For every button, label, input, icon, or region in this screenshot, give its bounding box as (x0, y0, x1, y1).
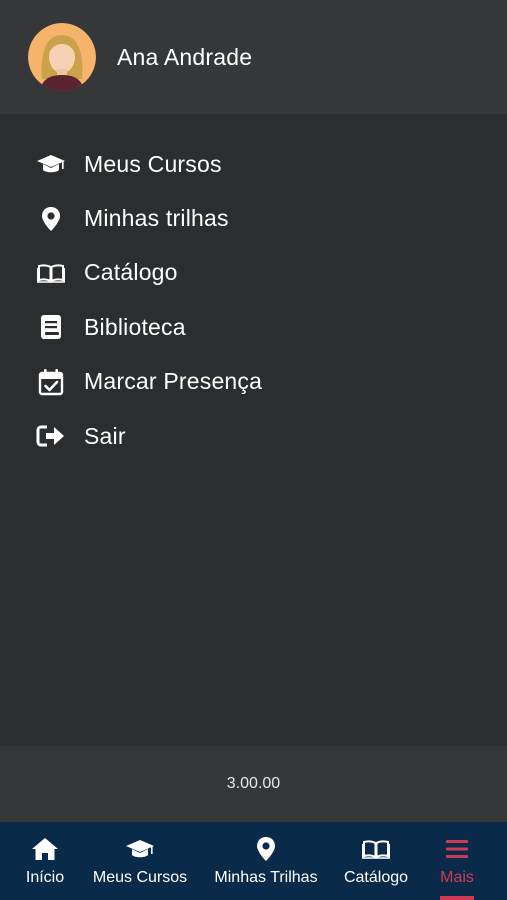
menu-item-label: Catálogo (84, 259, 178, 286)
nav-label: Início (25, 869, 65, 886)
menu-item-meus-cursos[interactable]: Meus Cursos (0, 137, 507, 191)
nav-label: Minhas Trilhas (214, 869, 318, 886)
menu-item-label: Biblioteca (84, 313, 186, 340)
bottom-navigation: Início Meus Cursos Minhas Trilhas Catálo… (0, 822, 507, 900)
nav-label: Meus Cursos (92, 869, 188, 886)
nav-item-meus-cursos[interactable]: Meus Cursos (88, 822, 192, 900)
map-pin-icon (36, 204, 66, 234)
version-bar: 3.00.00 (0, 746, 507, 822)
active-tab-indicator (440, 896, 474, 900)
avatar[interactable] (28, 23, 96, 91)
menu-item-minhas-trilhas[interactable]: Minhas trilhas (0, 191, 507, 245)
side-menu: Meus Cursos Minhas trilhas Catálogo Bibl… (0, 137, 507, 463)
graduation-cap-icon (36, 149, 66, 179)
nav-label: Catálogo (343, 869, 409, 886)
graduation-cap-icon (124, 834, 156, 864)
nav-label: Mais (440, 869, 474, 886)
menu-item-label: Meus Cursos (84, 150, 222, 177)
menu-item-biblioteca[interactable]: Biblioteca (0, 300, 507, 354)
user-name: Ana Andrade (117, 43, 253, 70)
menu-item-marcar-presenca[interactable]: Marcar Presença (0, 355, 507, 409)
sign-out-icon (36, 421, 66, 451)
calendar-check-icon (36, 367, 66, 397)
nav-item-minhas-trilhas[interactable]: Minhas Trilhas (206, 822, 326, 900)
book-icon (36, 312, 66, 342)
nav-item-catalogo[interactable]: Catálogo (338, 822, 414, 900)
menu-item-sair[interactable]: Sair (0, 409, 507, 463)
hamburger-icon (445, 834, 469, 864)
nav-item-mais[interactable]: Mais (430, 822, 484, 900)
menu-item-catalogo[interactable]: Catálogo (0, 246, 507, 300)
menu-item-label: Minhas trilhas (84, 205, 229, 232)
home-icon (31, 834, 59, 864)
map-pin-icon (256, 834, 276, 864)
menu-item-label: Sair (84, 422, 126, 449)
nav-item-inicio[interactable]: Início (14, 822, 76, 900)
open-book-icon (362, 834, 390, 864)
app-version: 3.00.00 (226, 775, 281, 792)
menu-item-label: Marcar Presença (84, 368, 263, 395)
profile-header: Ana Andrade (0, 0, 507, 114)
open-book-icon (36, 258, 66, 288)
